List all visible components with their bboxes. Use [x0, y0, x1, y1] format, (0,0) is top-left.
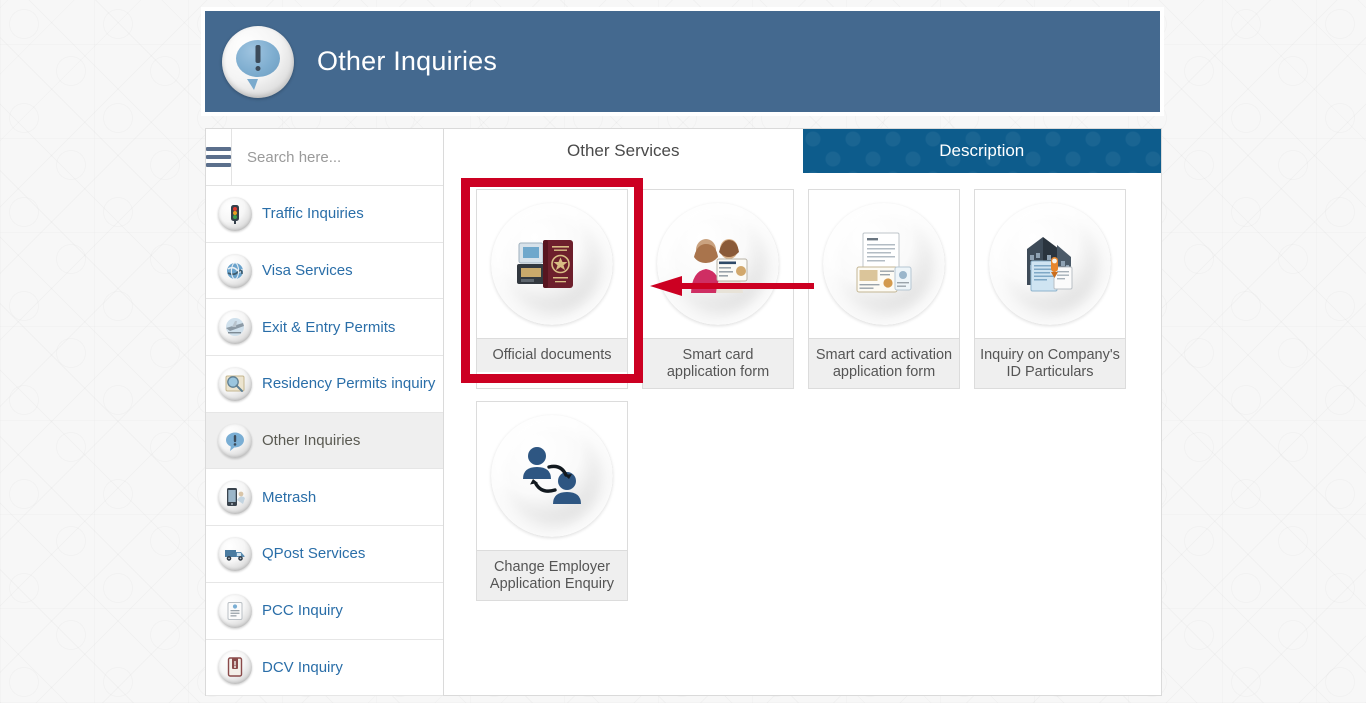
card-label: Inquiry on Company's ID Particulars: [975, 338, 1125, 388]
card-thumbnail: [809, 190, 959, 338]
people-id-card-icon: [691, 239, 748, 293]
sidebar-item-label: Other Inquiries: [262, 432, 361, 450]
passport-magnifier-icon: [218, 366, 252, 401]
speech-bubble-exclamation-icon: [218, 423, 252, 458]
certificate-icon: [218, 593, 252, 628]
sidebar-item-other-inquiries[interactable]: Other Inquiries: [206, 412, 443, 470]
document-folder-icon: [218, 650, 252, 685]
page-title: Other Inquiries: [317, 46, 498, 76]
service-card-company-id-particulars[interactable]: Inquiry on Company's ID Particulars: [974, 189, 1126, 389]
card-thumbnail: [975, 190, 1125, 338]
card-label: Change Employer Application Enquiry: [477, 550, 627, 600]
service-card-smart-card-activation-form[interactable]: Smart card activation application form: [808, 189, 960, 389]
sidebar-item-residency-permits-inquiry[interactable]: Residency Permits inquiry: [206, 356, 443, 413]
airplane-icon: [218, 310, 252, 345]
sidebar-item-label: PCC Inquiry: [262, 602, 343, 620]
service-card-smart-card-application-form[interactable]: Smart card application form: [642, 189, 794, 389]
speech-bubble-exclamation-icon: [222, 25, 294, 98]
page-root: Other Inquiries Traffic Inquiries: [0, 0, 1366, 703]
sidebar-item-qpost-services[interactable]: QPost Services: [206, 526, 443, 583]
card-label: Smart card activation application form: [809, 338, 959, 388]
sidebar-item-label: Visa Services: [262, 262, 353, 280]
sidebar-item-visa-services[interactable]: Visa Services: [206, 243, 443, 300]
traffic-light-icon: [218, 196, 252, 231]
service-card-change-employer-enquiry[interactable]: Change Employer Application Enquiry: [476, 401, 628, 601]
content-panel: Other Services Description Official docu…: [444, 128, 1162, 696]
hamburger-icon[interactable]: [206, 129, 232, 185]
form-document-icon: [856, 232, 912, 293]
sidebar-item-label: Traffic Inquiries: [262, 205, 364, 223]
sidebar-item-dcv-inquiry[interactable]: DCV Inquiry: [206, 640, 443, 697]
card-thumbnail: [643, 190, 793, 338]
sidebar-item-label: DCV Inquiry: [262, 658, 343, 676]
sidebar-item-label: QPost Services: [262, 545, 366, 563]
service-card-official-documents[interactable]: Official documents: [476, 189, 628, 389]
globe-visa-icon: [218, 253, 252, 288]
tab-other-services[interactable]: Other Services: [444, 129, 803, 173]
sidebar-item-label: Metrash: [262, 488, 317, 506]
tab-bar: Other Services Description: [444, 129, 1161, 173]
sidebar-search-bar: [206, 129, 446, 186]
card-thumbnail: [477, 190, 627, 338]
company-certificate-icon: [1027, 237, 1073, 292]
sidebar-item-label: Exit & Entry Permits: [262, 318, 396, 336]
sidebar: Traffic Inquiries Visa Services: [205, 128, 446, 697]
employer-exchange-icon: [523, 447, 581, 504]
search-input[interactable]: [232, 129, 446, 185]
card-thumbnail: [477, 402, 627, 550]
sidebar-item-traffic-inquiries[interactable]: Traffic Inquiries: [206, 186, 443, 243]
tab-description[interactable]: Description: [802, 129, 1161, 173]
page-header: Other Inquiries: [205, 11, 1160, 112]
sidebar-item-pcc-inquiry[interactable]: PCC Inquiry: [206, 583, 443, 640]
sidebar-item-label: Residency Permits inquiry: [262, 375, 436, 393]
card-label: Smart card application form: [643, 338, 793, 388]
delivery-van-icon: [218, 536, 252, 571]
service-card-grid: Official documents Smart card applicatio…: [444, 173, 1161, 601]
passport-documents-icon: [517, 240, 573, 288]
mobile-phone-icon: [218, 480, 252, 515]
sidebar-item-exit-entry-permits[interactable]: Exit & Entry Permits: [206, 299, 443, 357]
sidebar-item-metrash[interactable]: Metrash: [206, 469, 443, 527]
card-label: Official documents: [477, 338, 627, 372]
